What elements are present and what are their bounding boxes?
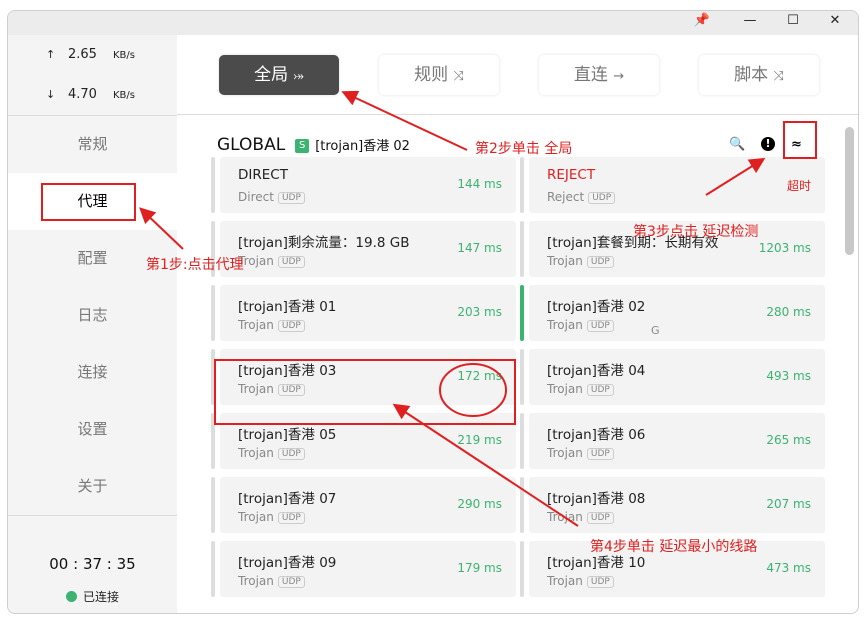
- highlight-box: [783, 121, 817, 159]
- arrow: [139, 207, 184, 250]
- annotation-overlay: [41, 90, 817, 527]
- annotation-step3: 第3步点击 延迟检测: [633, 224, 759, 240]
- highlight-box: [214, 359, 516, 425]
- arrow: [705, 157, 766, 196]
- highlight-circle: [439, 363, 507, 417]
- annotation-step1: 第1步:点击代理: [146, 257, 244, 273]
- annotation-step2: 第2步单击 全局: [475, 141, 573, 157]
- arrow: [341, 90, 468, 151]
- annotation-step4: 第4步单击 延迟最小的线路: [590, 539, 758, 555]
- highlight-box: [41, 183, 136, 221]
